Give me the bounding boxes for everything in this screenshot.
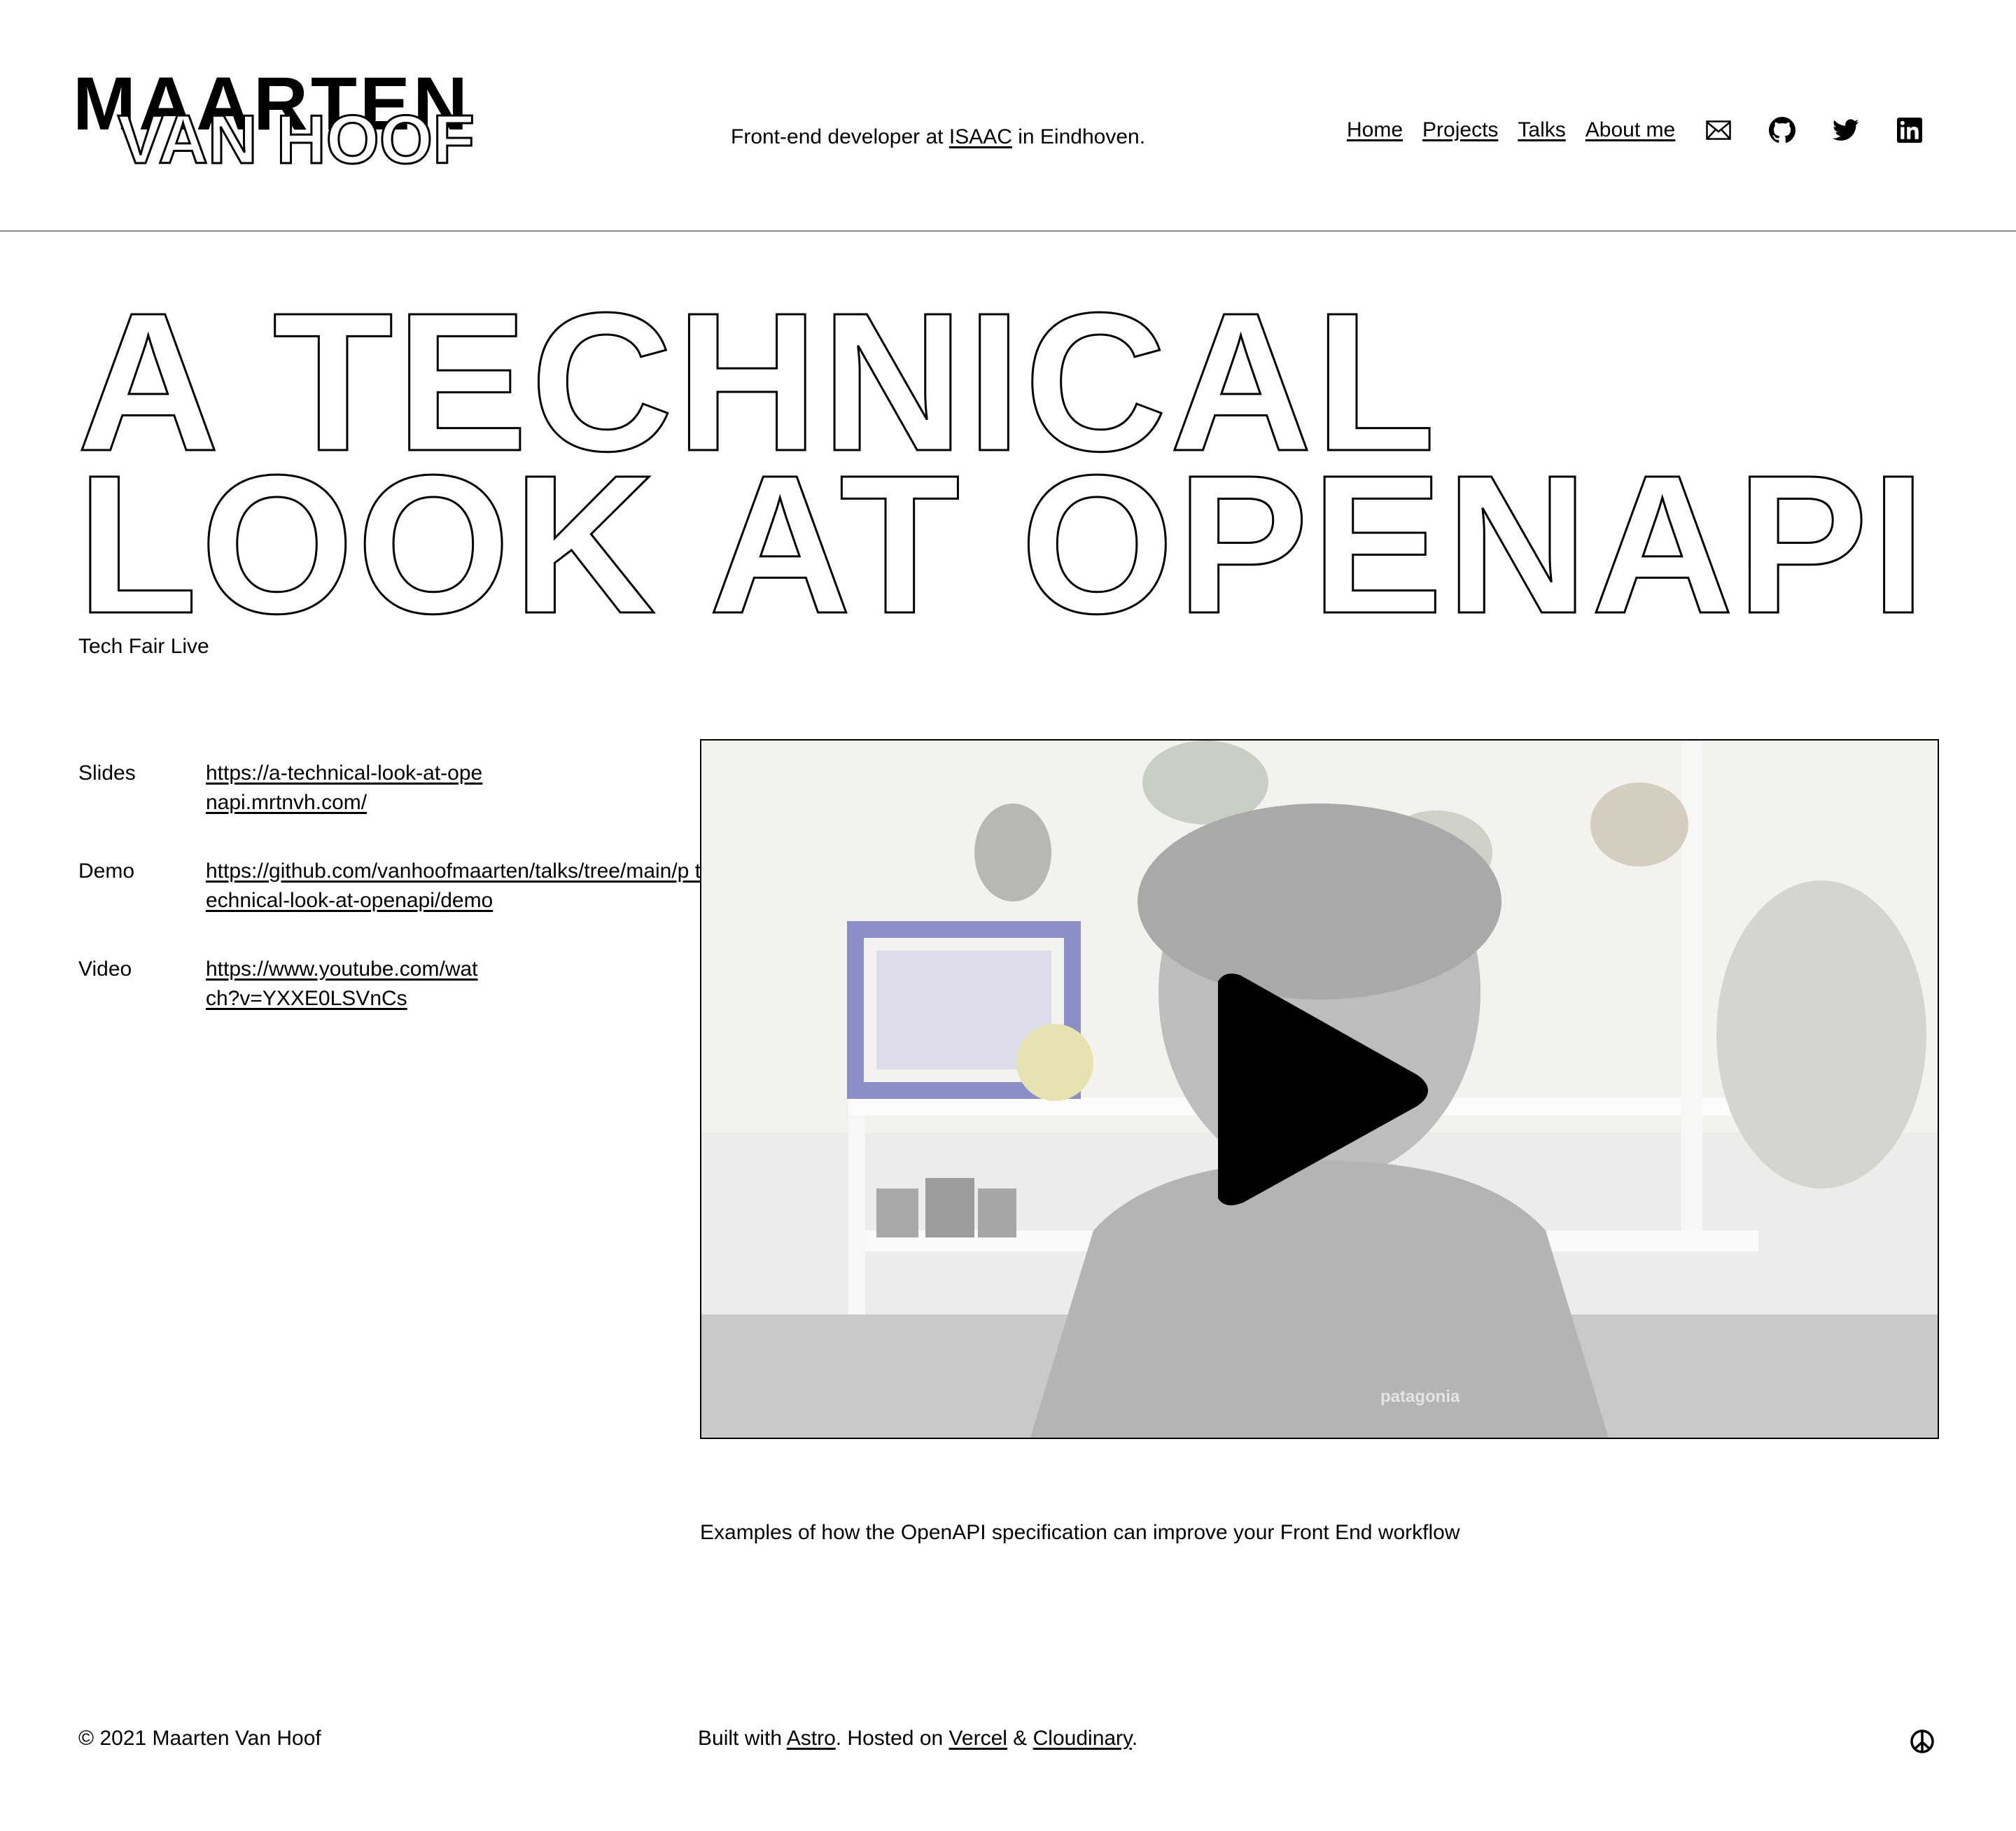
built-mid: . Hosted on bbox=[835, 1727, 944, 1750]
video-label: Video bbox=[78, 957, 132, 981]
nav-about-me[interactable]: About me bbox=[1586, 116, 1675, 144]
peace-icon[interactable] bbox=[1908, 1727, 1936, 1755]
talk-links: Slides https://a-technical-look-at-opena… bbox=[78, 759, 708, 1053]
play-icon[interactable] bbox=[1218, 971, 1428, 1209]
video-player[interactable]: patagonia bbox=[700, 739, 1939, 1439]
shirt-logo-text: patagonia bbox=[1380, 1387, 1460, 1406]
astro-link[interactable]: Astro bbox=[787, 1727, 836, 1750]
link-row-demo: Demo https://github.com/vanhoofmaarten/t… bbox=[78, 857, 708, 955]
main-nav: Home Projects Talks About me bbox=[1347, 116, 1924, 144]
talk-description: Examples of how the OpenAPI specificatio… bbox=[700, 1521, 1460, 1544]
linkedin-icon[interactable] bbox=[1896, 116, 1924, 144]
github-icon[interactable] bbox=[1768, 116, 1796, 144]
built-end: . bbox=[1131, 1727, 1138, 1750]
demo-label: Demo bbox=[78, 860, 135, 883]
isaac-link[interactable]: ISAAC bbox=[949, 125, 1012, 148]
mail-icon[interactable] bbox=[1704, 116, 1732, 144]
talk-title: A TECHNICAL LOOK AT OPENAPI bbox=[76, 282, 1995, 644]
tagline-prefix: Front-end developer at bbox=[731, 125, 944, 148]
slides-label: Slides bbox=[78, 762, 136, 785]
link-row-slides: Slides https://a-technical-look-at-opena… bbox=[78, 759, 708, 857]
footer-copyright: © 2021 Maarten Van Hoof bbox=[78, 1727, 321, 1750]
header-tagline: Front-end developer at ISAAC in Eindhove… bbox=[731, 123, 1145, 151]
nav-home[interactable]: Home bbox=[1347, 116, 1403, 144]
header-divider bbox=[0, 230, 2016, 232]
talk-event: Tech Fair Live bbox=[78, 635, 209, 658]
nav-talks[interactable]: Talks bbox=[1518, 116, 1565, 144]
nav-projects[interactable]: Projects bbox=[1422, 116, 1498, 144]
tagline-suffix: in Eindhoven. bbox=[1018, 125, 1146, 148]
logo-last-name: VAN HOOF bbox=[117, 101, 476, 178]
built-amp: & bbox=[1013, 1727, 1028, 1750]
built-prefix: Built with bbox=[698, 1727, 783, 1750]
video-link[interactable]: https://www.youtube.com/watch?v=YXXE0LSV… bbox=[206, 955, 486, 1013]
link-row-video: Video https://www.youtube.com/watch?v=YX… bbox=[78, 955, 708, 1053]
talk-title-line2: LOOK AT OPENAPI bbox=[76, 434, 1929, 654]
site-logo[interactable]: MAARTEN VAN HOOF bbox=[73, 66, 521, 178]
social-icons bbox=[1704, 116, 1924, 144]
twitter-icon[interactable] bbox=[1832, 116, 1860, 144]
cloudinary-link[interactable]: Cloudinary bbox=[1033, 1727, 1132, 1750]
footer-built-with: Built with Astro. Hosted on Vercel & Clo… bbox=[698, 1725, 1138, 1753]
demo-link[interactable]: https://github.com/vanhoofmaarten/talks/… bbox=[206, 857, 710, 916]
slides-link[interactable]: https://a-technical-look-at-openapi.mrtn… bbox=[206, 759, 486, 818]
vercel-link[interactable]: Vercel bbox=[949, 1727, 1007, 1750]
